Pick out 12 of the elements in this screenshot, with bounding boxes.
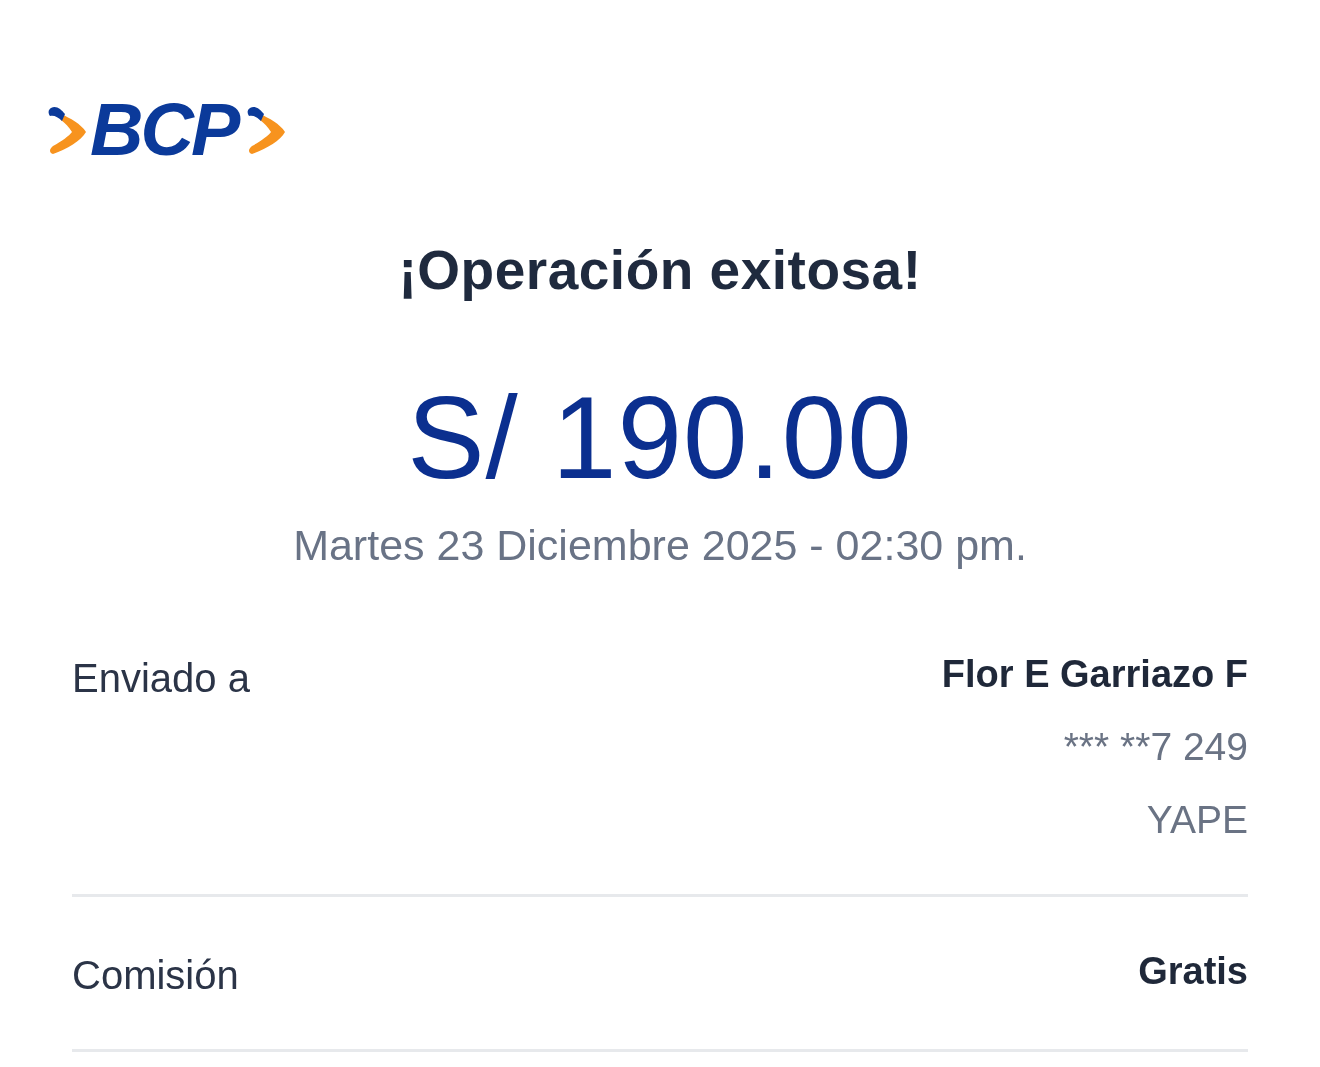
detail-value: Flor E Garriazo F	[941, 652, 1248, 697]
amount-text: S/ 190.00	[407, 376, 913, 500]
logo-text: BCP	[89, 100, 240, 160]
date-time-text: Martes 23 Diciembre 2025 - 02:30 pm.	[293, 520, 1027, 570]
detail-secondary-value: *** **7 249	[1063, 724, 1248, 770]
detail-value: Gratis	[1138, 949, 1248, 994]
detail-label: Enviado a	[72, 655, 250, 702]
detail-label: Comisión	[72, 952, 239, 999]
status-title: ¡Operación exitosa!	[398, 240, 922, 300]
detail-secondary-value: YAPE	[1146, 797, 1248, 843]
chevron-icon	[48, 105, 88, 155]
chevron-icon	[247, 105, 288, 155]
